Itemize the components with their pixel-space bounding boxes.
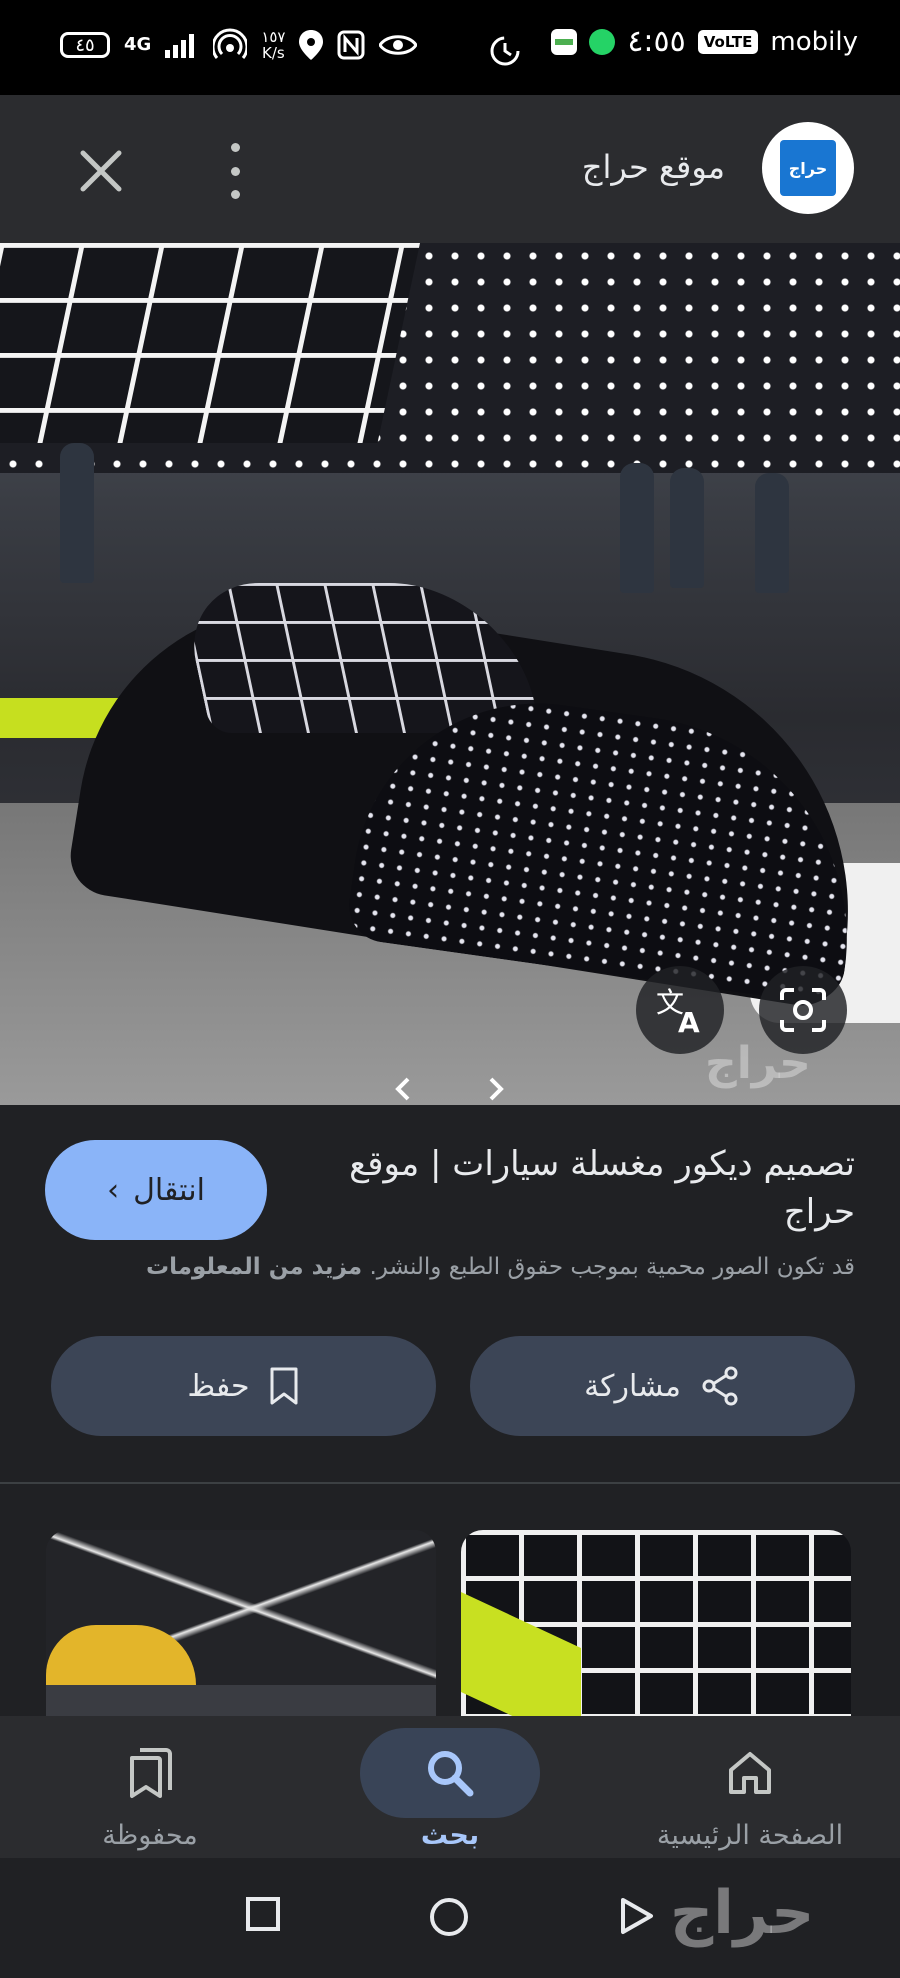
sync-icon xyxy=(490,36,520,66)
save-label: حفظ xyxy=(187,1368,250,1404)
corner-watermark: حراج xyxy=(670,1878,815,1948)
worker-figure xyxy=(670,468,704,588)
square-icon xyxy=(246,1897,280,1931)
site-logo-mark: حراج xyxy=(780,140,836,196)
whatsapp-icon xyxy=(589,28,616,55)
nfc-icon xyxy=(337,30,365,60)
visit-label: انتقال xyxy=(133,1172,205,1208)
share-button[interactable]: مشاركة xyxy=(470,1336,855,1436)
worker-figure xyxy=(60,443,94,583)
nav-saved[interactable]: محفوظة xyxy=(0,1716,300,1858)
translate-icon: 文A xyxy=(656,986,700,1034)
site-logo[interactable]: حراج xyxy=(762,122,854,214)
close-button[interactable] xyxy=(75,145,127,197)
bookmark-icon xyxy=(270,1367,298,1405)
share-label: مشاركة xyxy=(584,1368,681,1404)
network-type: 4G xyxy=(124,34,152,55)
ceiling-grid-lights xyxy=(0,243,421,443)
back-triangle-icon xyxy=(621,1898,653,1934)
speed-value: ١٥٧ xyxy=(261,28,286,46)
more-info-link[interactable]: مزيد من المعلومات xyxy=(146,1254,362,1280)
copyright-text: قد تكون الصور محمية بموجب حقوق الطبع وال… xyxy=(369,1254,855,1280)
home-system-button[interactable] xyxy=(428,1896,470,1942)
worker-figure xyxy=(755,473,789,593)
bottom-navigation: محفوظة بحث الصفحة الرئيسية xyxy=(0,1716,900,1858)
worker-figure xyxy=(620,463,654,593)
location-icon xyxy=(299,30,324,60)
translate-button[interactable]: 文A xyxy=(636,966,724,1054)
hero-image[interactable] xyxy=(0,243,900,1105)
app-notification-icon xyxy=(551,28,578,55)
chevron-left-icon xyxy=(395,1077,410,1101)
save-button[interactable]: حفظ xyxy=(51,1336,436,1436)
nav-search-label: بحث xyxy=(420,1820,480,1851)
site-name[interactable]: موقع حراج xyxy=(582,148,725,186)
back-system-button[interactable] xyxy=(618,1896,656,1940)
hotspot-icon xyxy=(213,28,248,59)
chevron-left-icon: ‹ xyxy=(107,1172,120,1208)
more-vert-icon xyxy=(230,143,240,152)
more-options-button[interactable] xyxy=(220,143,250,199)
carrier-name: mobily xyxy=(770,26,858,57)
saved-collections-icon xyxy=(130,1748,172,1798)
nav-home[interactable]: الصفحة الرئيسية xyxy=(600,1716,900,1858)
share-icon xyxy=(702,1366,738,1406)
chevron-right-icon xyxy=(489,1077,504,1101)
speed-indicator: ١٥٧ K/s xyxy=(261,29,285,61)
result-title[interactable]: تصميم ديكور مغسلة سيارات | موقع حراج xyxy=(315,1140,855,1236)
search-icon xyxy=(428,1751,474,1797)
status-left: ٤٥ 4G ١٥٧ K/s xyxy=(60,28,418,62)
battery-level: ٤٥ xyxy=(75,34,95,56)
circle-icon xyxy=(430,1898,468,1936)
divider xyxy=(0,1482,900,1484)
next-image-button[interactable] xyxy=(485,1075,507,1111)
battery-indicator: ٤٥ xyxy=(60,32,110,58)
status-bar: ٤٥ 4G ١٥٧ K/s ٤:٥٥ VoLTE mobily xyxy=(0,0,900,95)
prev-image-button[interactable] xyxy=(392,1075,414,1111)
svg-text:A: A xyxy=(678,1006,700,1034)
volte-badge: VoLTE xyxy=(697,29,759,54)
clock: ٤:٥٥ xyxy=(627,24,686,59)
nav-home-label: الصفحة الرئيسية xyxy=(656,1820,844,1851)
home-icon xyxy=(729,1752,771,1794)
visit-button[interactable]: ‹ انتقال xyxy=(45,1140,267,1240)
copyright-notice: قد تكون الصور محمية بموجب حقوق الطبع وال… xyxy=(35,1254,855,1280)
recent-apps-button[interactable] xyxy=(245,1896,281,1936)
lens-icon xyxy=(780,988,826,1032)
lens-button[interactable] xyxy=(759,966,847,1054)
related-image-thumbnail[interactable] xyxy=(461,1530,851,1720)
signal-icon xyxy=(165,34,195,58)
close-icon xyxy=(80,150,122,192)
nav-search[interactable]: بحث xyxy=(300,1716,600,1858)
related-image-thumbnail[interactable] xyxy=(46,1530,436,1720)
system-navigation-bar: حراج xyxy=(0,1858,900,1978)
eye-icon xyxy=(379,35,418,55)
nav-saved-label: محفوظة xyxy=(102,1820,198,1851)
speed-unit: K/s xyxy=(262,44,285,62)
status-right: ٤:٥٥ VoLTE mobily xyxy=(551,24,858,59)
